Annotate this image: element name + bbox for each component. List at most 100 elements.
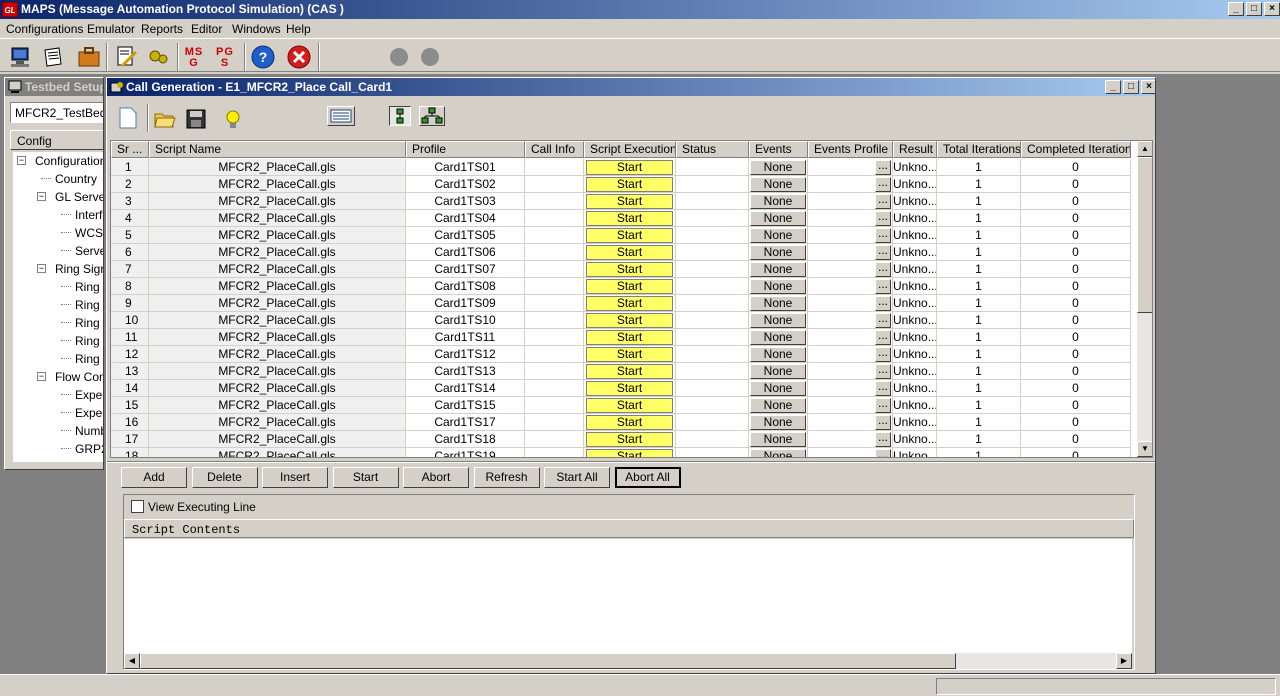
events-button[interactable]: None	[750, 279, 806, 294]
col-events-cell[interactable]: None	[749, 414, 808, 431]
table-row[interactable]: 11 MFCR2_PlaceCall.gls Card1TS11 Start None.…	[111, 329, 1137, 346]
browse-profile-button[interactable]: ...	[875, 295, 891, 311]
open-folder-icon[interactable]	[153, 108, 177, 130]
tree-item[interactable]: Server	[75, 244, 103, 258]
start-script-button[interactable]: Start	[586, 177, 673, 192]
col-script-execution-cell[interactable]: Start	[584, 448, 676, 457]
events-profile-field[interactable]	[808, 312, 874, 328]
events-button[interactable]: None	[750, 364, 806, 379]
col-events-cell[interactable]: None	[749, 295, 808, 312]
events-button[interactable]: None	[750, 160, 806, 175]
tree-item[interactable]: Ring	[75, 298, 100, 312]
table-row[interactable]: 1 MFCR2_PlaceCall.gls Card1TS01 Start None..…	[111, 159, 1137, 176]
col-script-execution-cell[interactable]: Start	[584, 210, 676, 227]
view-executing-line-checkbox[interactable]	[131, 500, 144, 513]
exit-icon[interactable]	[286, 44, 312, 70]
start-script-button[interactable]: Start	[586, 330, 673, 345]
tree-item[interactable]: Ring	[75, 316, 100, 330]
start-script-button[interactable]: Start	[586, 364, 673, 379]
tree-item[interactable]: Ring Signal	[55, 262, 103, 276]
col-events-profile-cell[interactable]: ...	[808, 176, 893, 193]
events-profile-field[interactable]	[808, 329, 874, 345]
col-script-execution-cell[interactable]: Start	[584, 176, 676, 193]
scroll-down-button[interactable]: ▼	[1137, 441, 1152, 457]
start-script-button[interactable]: Start	[586, 381, 673, 396]
col-total-iterations-header[interactable]: Total Iterations	[937, 141, 1021, 158]
insert-button[interactable]: Insert	[262, 467, 328, 488]
table-row[interactable]: 10 MFCR2_PlaceCall.gls Card1TS10 Start None.…	[111, 312, 1137, 329]
events-button[interactable]: None	[750, 398, 806, 413]
col-events-cell[interactable]: None	[749, 431, 808, 448]
col-events-header[interactable]: Events	[749, 141, 808, 158]
events-profile-field[interactable]	[808, 261, 874, 277]
events-profile-field[interactable]	[808, 210, 874, 226]
start-script-button[interactable]: Start	[586, 415, 673, 430]
events-profile-field[interactable]	[808, 159, 874, 175]
edit-script-icon[interactable]	[114, 44, 140, 70]
col-events-profile-cell[interactable]: ...	[808, 159, 893, 176]
col-script-execution-cell[interactable]: Start	[584, 380, 676, 397]
col-events-cell[interactable]: None	[749, 329, 808, 346]
pgs-icon[interactable]: PGS	[215, 44, 241, 70]
events-button[interactable]: None	[750, 228, 806, 243]
col-script-execution-cell[interactable]: Start	[584, 278, 676, 295]
col-events-profile-cell[interactable]: ...	[808, 448, 893, 457]
scroll-up-button[interactable]: ▲	[1137, 141, 1152, 157]
callgen-minimize-button[interactable]: _	[1105, 80, 1121, 94]
new-document-icon[interactable]	[117, 106, 139, 130]
table-row[interactable]: 5 MFCR2_PlaceCall.gls Card1TS05 Start None..…	[111, 227, 1137, 244]
col-events-profile-cell[interactable]: ...	[808, 312, 893, 329]
hierarchy-view-icon[interactable]	[419, 106, 445, 126]
events-button[interactable]: None	[750, 262, 806, 277]
briefcase-icon[interactable]	[76, 44, 102, 70]
col-events-profile-cell[interactable]: ...	[808, 244, 893, 261]
menu-windows[interactable]: Windows	[232, 22, 281, 36]
browse-profile-button[interactable]: ...	[875, 397, 891, 413]
start-script-button[interactable]: Start	[586, 194, 673, 209]
table-row[interactable]: 6 MFCR2_PlaceCall.gls Card1TS06 Start None..…	[111, 244, 1137, 261]
browse-profile-button[interactable]: ...	[875, 414, 891, 430]
col-events-cell[interactable]: None	[749, 363, 808, 380]
col-events-profile-cell[interactable]: ...	[808, 397, 893, 414]
tab-config[interactable]: Config	[10, 130, 103, 150]
col-events-cell[interactable]: None	[749, 227, 808, 244]
menu-help[interactable]: Help	[286, 22, 311, 36]
browse-profile-button[interactable]: ...	[875, 193, 891, 209]
col-script-execution-cell[interactable]: Start	[584, 346, 676, 363]
table-row[interactable]: 7 MFCR2_PlaceCall.gls Card1TS07 Start None..…	[111, 261, 1137, 278]
start-script-button[interactable]: Start	[586, 262, 673, 277]
col-script-name-header[interactable]: Script Name	[149, 141, 406, 158]
start-script-button[interactable]: Start	[586, 279, 673, 294]
add-button[interactable]: Add	[121, 467, 187, 488]
events-profile-field[interactable]	[808, 176, 874, 192]
abort-all-button[interactable]: Abort All	[614, 467, 681, 488]
table-row[interactable]: 12 MFCR2_PlaceCall.gls Card1TS12 Start None.…	[111, 346, 1137, 363]
browse-profile-button[interactable]: ...	[875, 227, 891, 243]
menu-reports[interactable]: Reports	[141, 22, 183, 36]
tree-item[interactable]: Country	[55, 172, 97, 186]
testbed-title-bar[interactable]: Testbed Setup	[5, 78, 103, 96]
events-profile-field[interactable]	[808, 380, 874, 396]
col-completed-iterations-header[interactable]: Completed Iterations	[1021, 141, 1131, 158]
col-events-cell[interactable]: None	[749, 312, 808, 329]
script-list-icon[interactable]	[327, 106, 355, 126]
col-script-execution-cell[interactable]: Start	[584, 159, 676, 176]
table-row[interactable]: 14 MFCR2_PlaceCall.gls Card1TS14 Start None.…	[111, 380, 1137, 397]
events-profile-field[interactable]	[808, 295, 874, 311]
browse-profile-button[interactable]: ...	[875, 261, 891, 277]
events-profile-field[interactable]	[808, 244, 874, 260]
script-contents-area[interactable]	[124, 539, 1132, 653]
col-script-execution-cell[interactable]: Start	[584, 431, 676, 448]
events-button[interactable]: None	[750, 194, 806, 209]
events-profile-field[interactable]	[808, 448, 874, 457]
help-icon[interactable]: ?	[250, 44, 276, 70]
events-button[interactable]: None	[750, 330, 806, 345]
col-events-cell[interactable]: None	[749, 278, 808, 295]
col-events-profile-cell[interactable]: ...	[808, 380, 893, 397]
col-events-cell[interactable]: None	[749, 261, 808, 278]
browse-profile-button[interactable]: ...	[875, 329, 891, 345]
browse-profile-button[interactable]: ...	[875, 159, 891, 175]
col-events-cell[interactable]: None	[749, 448, 808, 457]
browse-profile-button[interactable]: ...	[875, 363, 891, 379]
refresh-button[interactable]: Refresh	[473, 467, 540, 488]
